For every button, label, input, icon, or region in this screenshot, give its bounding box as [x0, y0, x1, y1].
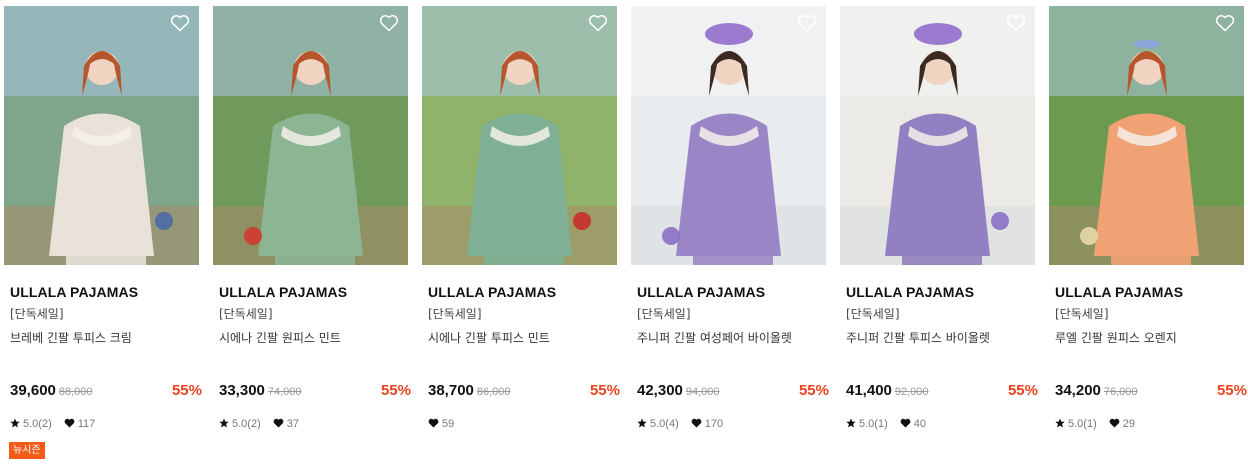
star-icon [637, 417, 650, 431]
promo-label: [단독세일] [10, 307, 64, 321]
brand-name[interactable]: ULLALA PAJAMAS [10, 284, 199, 301]
like-count: 59 [442, 418, 455, 430]
like-count: 170 [704, 418, 724, 430]
heart-icon [691, 418, 705, 431]
product-name[interactable]: 브레베 긴팔 투피스 크림 [10, 331, 199, 346]
product-name[interactable]: 시에나 긴팔 원피스 민트 [219, 331, 408, 346]
rating-value: 5.0(1) [859, 418, 888, 430]
brand-name[interactable]: ULLALA PAJAMAS [637, 284, 826, 301]
rating-value: 5.0(2) [23, 418, 52, 430]
sale-price: 42,300 [637, 382, 683, 399]
price-row: 41,400 92,000 55% [846, 382, 1038, 402]
product-image[interactable] [422, 6, 617, 265]
discount-rate: 55% [1007, 382, 1038, 399]
rating-value: 5.0(1) [1068, 418, 1097, 430]
promo-label: [단독세일] [428, 307, 482, 321]
discount-rate: 55% [798, 382, 829, 399]
wishlist-heart-icon[interactable] [170, 14, 190, 32]
sale-price: 38,700 [428, 382, 474, 399]
original-price: 86,000 [476, 386, 511, 398]
brand-name[interactable]: ULLALA PAJAMAS [846, 284, 1035, 301]
sale-price: 34,200 [1055, 382, 1101, 399]
price-row: 34,200 76,000 55% [1055, 382, 1247, 402]
like-count: 117 [77, 418, 96, 430]
new-season-badge: 뉴시즌 [9, 442, 45, 459]
product-image[interactable] [213, 6, 408, 265]
promo-label: [단독세일] [637, 307, 691, 321]
product-card[interactable]: ULLALA PAJAMAS [단독세일] 루엘 긴팔 원피스 오렌지 34,2… [1049, 6, 1247, 430]
discount-rate: 55% [171, 382, 202, 399]
product-image[interactable] [631, 6, 826, 265]
review-like-row: 5.0(2) 37 [219, 417, 299, 431]
discount-rate: 55% [380, 382, 411, 399]
product-grid: ULLALA PAJAMAS [단독세일] 브레베 긴팔 투피스 크림 39,6… [0, 0, 1248, 476]
product-image[interactable] [1049, 6, 1244, 265]
discount-rate: 55% [589, 382, 620, 399]
price-row: 39,600 88,000 55% [10, 382, 202, 402]
review-like-row: 5.0(4) 170 [637, 417, 723, 431]
sale-price: 33,300 [219, 382, 265, 399]
rating-value: 5.0(2) [232, 418, 261, 430]
discount-rate: 55% [1216, 382, 1247, 399]
rating-value: 5.0(4) [650, 418, 679, 430]
promo-label: [단독세일] [846, 307, 900, 321]
product-name[interactable]: 주니퍼 긴팔 여성페어 바이올렛 [637, 331, 826, 346]
brand-name[interactable]: ULLALA PAJAMAS [219, 284, 408, 301]
heart-icon [428, 418, 442, 431]
product-card[interactable]: ULLALA PAJAMAS [단독세일] 주니퍼 긴팔 여성페어 바이올렛 4… [631, 6, 829, 430]
review-like-row: 5.0(1) 40 [846, 417, 926, 431]
original-price: 76,000 [1103, 386, 1138, 398]
wishlist-heart-icon[interactable] [588, 14, 608, 32]
product-card[interactable]: ULLALA PAJAMAS [단독세일] 브레베 긴팔 투피스 크림 39,6… [4, 6, 202, 459]
wishlist-heart-icon[interactable] [1215, 14, 1235, 32]
review-like-row: 59 [428, 417, 454, 431]
price-row: 42,300 94,000 55% [637, 382, 829, 402]
wishlist-heart-icon[interactable] [379, 14, 399, 32]
star-icon [846, 417, 859, 431]
price-row: 38,700 86,000 55% [428, 382, 620, 402]
brand-name[interactable]: ULLALA PAJAMAS [428, 284, 617, 301]
product-card[interactable]: ULLALA PAJAMAS [단독세일] 시에나 긴팔 투피스 민트 38,7… [422, 6, 620, 430]
sale-price: 39,600 [10, 382, 56, 399]
heart-icon [273, 418, 287, 431]
product-name[interactable]: 시에나 긴팔 투피스 민트 [428, 331, 617, 346]
heart-icon [900, 418, 914, 431]
heart-icon [64, 418, 78, 431]
product-name[interactable]: 주니퍼 긴팔 투피스 바이올렛 [846, 331, 1035, 346]
product-card[interactable]: ULLALA PAJAMAS [단독세일] 주니퍼 긴팔 투피스 바이올렛 41… [840, 6, 1038, 430]
original-price: 92,000 [894, 386, 929, 398]
sale-price: 41,400 [846, 382, 892, 399]
wishlist-heart-icon[interactable] [797, 14, 817, 32]
original-price: 74,000 [267, 386, 302, 398]
star-icon [10, 417, 23, 431]
review-like-row: 5.0(2) 117 [10, 417, 95, 431]
price-row: 33,300 74,000 55% [219, 382, 411, 402]
star-icon [219, 417, 232, 431]
star-icon [1055, 417, 1068, 431]
original-price: 88,000 [58, 386, 93, 398]
like-count: 40 [913, 418, 926, 430]
like-count: 37 [286, 418, 299, 430]
wishlist-heart-icon[interactable] [1006, 14, 1026, 32]
like-count: 29 [1122, 418, 1135, 430]
heart-icon [1109, 418, 1123, 431]
original-price: 94,000 [685, 386, 720, 398]
brand-name[interactable]: ULLALA PAJAMAS [1055, 284, 1244, 301]
promo-label: [단독세일] [219, 307, 273, 321]
product-image[interactable] [4, 6, 199, 265]
review-like-row: 5.0(1) 29 [1055, 417, 1135, 431]
product-name[interactable]: 루엘 긴팔 원피스 오렌지 [1055, 331, 1244, 346]
promo-label: [단독세일] [1055, 307, 1109, 321]
product-image[interactable] [840, 6, 1035, 265]
product-card[interactable]: ULLALA PAJAMAS [단독세일] 시에나 긴팔 원피스 민트 33,3… [213, 6, 411, 430]
